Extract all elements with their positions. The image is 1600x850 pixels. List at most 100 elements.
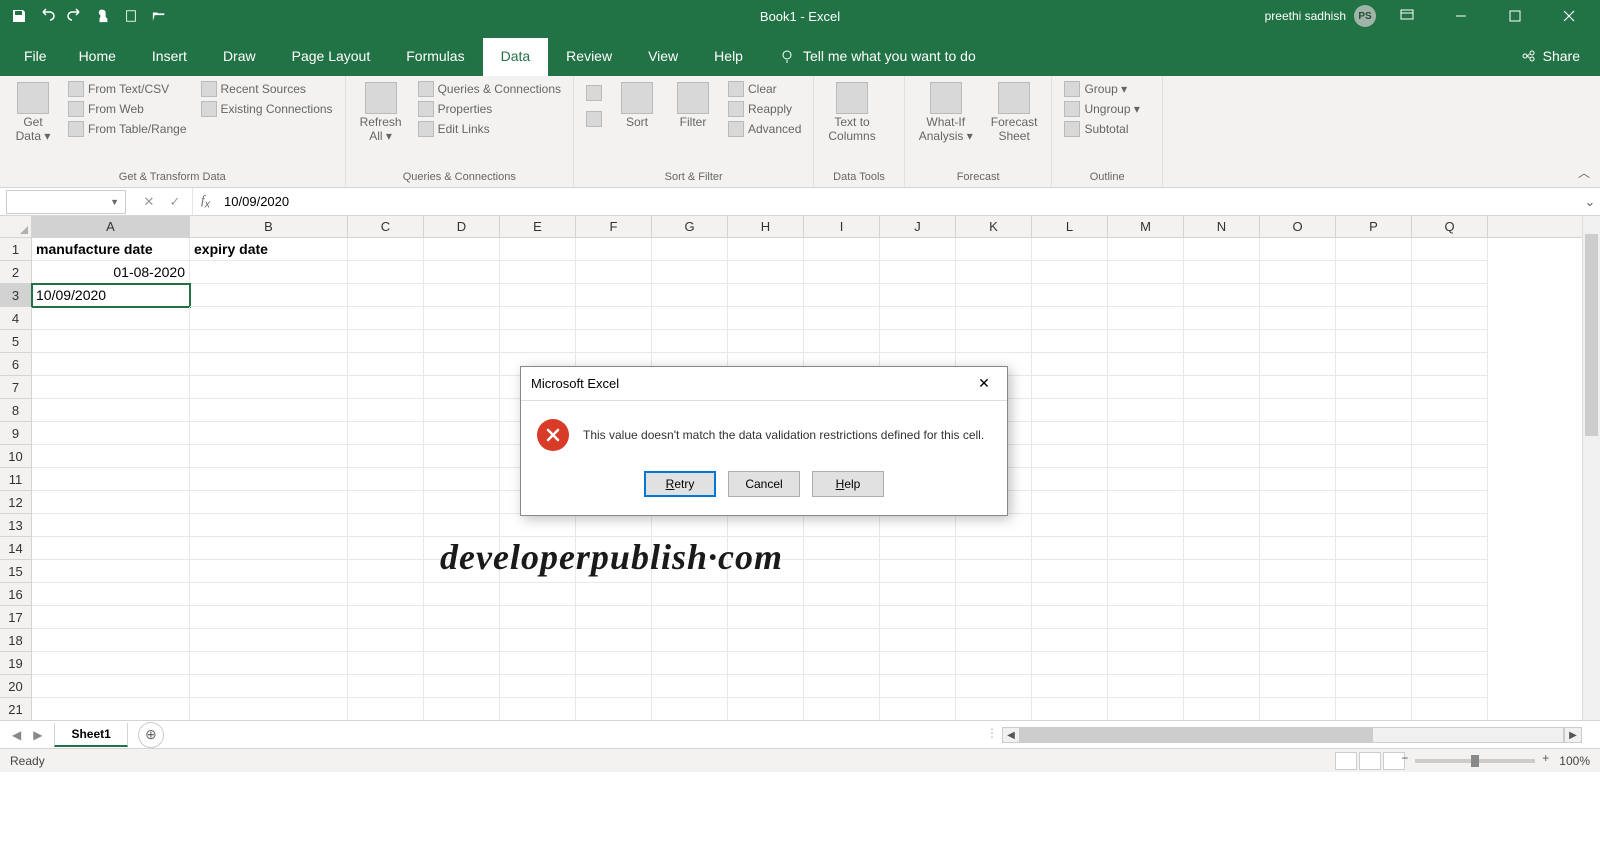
cell[interactable] [1412,537,1488,560]
column-header[interactable]: O [1260,216,1336,237]
cell[interactable] [728,261,804,284]
cell[interactable] [576,307,652,330]
cell[interactable] [1260,330,1336,353]
close-button[interactable] [1546,0,1592,32]
cell[interactable] [1184,238,1260,261]
cell[interactable] [1032,261,1108,284]
cell[interactable] [804,629,880,652]
cell[interactable] [424,514,500,537]
cell[interactable] [728,606,804,629]
cell[interactable] [424,353,500,376]
edit-links-button[interactable]: Edit Links [416,120,563,138]
column-header[interactable]: E [500,216,576,237]
cell[interactable] [424,330,500,353]
cell[interactable] [500,238,576,261]
retry-button[interactable]: Retry [644,471,716,497]
cell[interactable] [500,307,576,330]
cell[interactable] [1336,537,1412,560]
cell[interactable] [880,284,956,307]
row-header[interactable]: 7 [0,376,32,399]
cell[interactable] [1032,629,1108,652]
cell[interactable] [1032,652,1108,675]
cell[interactable] [652,307,728,330]
cell[interactable] [1032,422,1108,445]
new-icon[interactable] [122,7,140,25]
column-header[interactable]: D [424,216,500,237]
cell[interactable] [1032,537,1108,560]
cell[interactable] [652,583,728,606]
cell[interactable] [1184,330,1260,353]
cell[interactable] [1336,491,1412,514]
column-header[interactable]: C [348,216,424,237]
cell[interactable] [576,284,652,307]
cell[interactable] [804,698,880,720]
column-header[interactable]: B [190,216,348,237]
cell[interactable] [1412,376,1488,399]
cell[interactable] [652,514,728,537]
cell[interactable] [348,422,424,445]
cell[interactable] [1336,629,1412,652]
cell[interactable] [1032,399,1108,422]
cell[interactable] [576,261,652,284]
select-all-corner[interactable] [0,216,32,237]
tab-home[interactable]: Home [61,38,134,76]
cell[interactable] [32,307,190,330]
cell[interactable] [956,560,1032,583]
cell[interactable] [1260,307,1336,330]
cell[interactable] [1260,537,1336,560]
cell[interactable] [1108,376,1184,399]
cell[interactable] [1108,606,1184,629]
cell[interactable] [728,238,804,261]
cell[interactable] [728,698,804,720]
from-text-csv-button[interactable]: From Text/CSV [66,80,189,98]
cell[interactable] [32,652,190,675]
cell[interactable] [1184,583,1260,606]
cell[interactable] [1184,261,1260,284]
cell[interactable] [1032,675,1108,698]
cell[interactable] [1336,238,1412,261]
column-header[interactable]: F [576,216,652,237]
cell[interactable] [1032,307,1108,330]
cell[interactable] [804,307,880,330]
cell[interactable] [1032,330,1108,353]
cell[interactable] [1260,652,1336,675]
page-layout-view-button[interactable] [1359,752,1381,770]
cell[interactable] [1032,468,1108,491]
cell[interactable] [424,399,500,422]
cell[interactable] [576,238,652,261]
cell[interactable] [348,307,424,330]
cell[interactable] [652,238,728,261]
cell[interactable] [424,284,500,307]
cell[interactable] [32,468,190,491]
cell[interactable] [1412,629,1488,652]
cell[interactable] [1412,422,1488,445]
cell[interactable] [190,491,348,514]
cell[interactable] [1260,261,1336,284]
advanced-button[interactable]: Advanced [726,120,803,138]
cell[interactable] [576,675,652,698]
cell[interactable] [348,468,424,491]
dialog-close-button[interactable]: ✕ [971,371,997,397]
cell[interactable] [1412,330,1488,353]
cell[interactable] [348,698,424,720]
row-header[interactable]: 17 [0,606,32,629]
cell[interactable] [1184,652,1260,675]
cell[interactable] [348,514,424,537]
ungroup-button[interactable]: Ungroup ▾ [1062,100,1141,118]
column-header[interactable]: P [1336,216,1412,237]
cell[interactable] [500,330,576,353]
cell[interactable] [880,330,956,353]
cell[interactable] [348,445,424,468]
row-header[interactable]: 12 [0,491,32,514]
cell[interactable] [190,261,348,284]
row-header[interactable]: 15 [0,560,32,583]
cell[interactable] [804,238,880,261]
cell[interactable]: 01-08-2020 [32,261,190,284]
cell[interactable] [348,606,424,629]
cell[interactable] [424,629,500,652]
cell[interactable] [1032,238,1108,261]
cell[interactable] [1336,399,1412,422]
cell[interactable] [1260,353,1336,376]
cell[interactable] [956,583,1032,606]
cell[interactable] [576,629,652,652]
